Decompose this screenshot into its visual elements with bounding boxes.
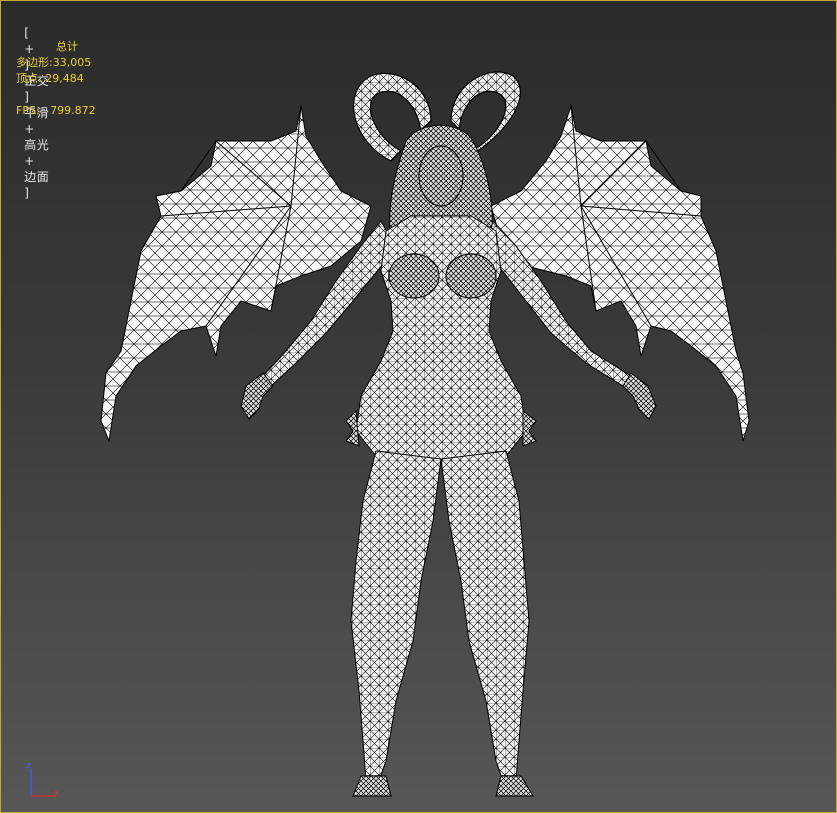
x-axis-label: x — [54, 788, 60, 798]
wireframe-character-model[interactable] — [1, 1, 836, 812]
axis-gizmo: z x — [26, 761, 60, 798]
perspective-viewport[interactable]: [ + ] 正交 ] 平滑 + 高光 + 边面 ] 总计 多边形:33,005 … — [0, 0, 837, 813]
z-axis-label: z — [26, 761, 31, 771]
